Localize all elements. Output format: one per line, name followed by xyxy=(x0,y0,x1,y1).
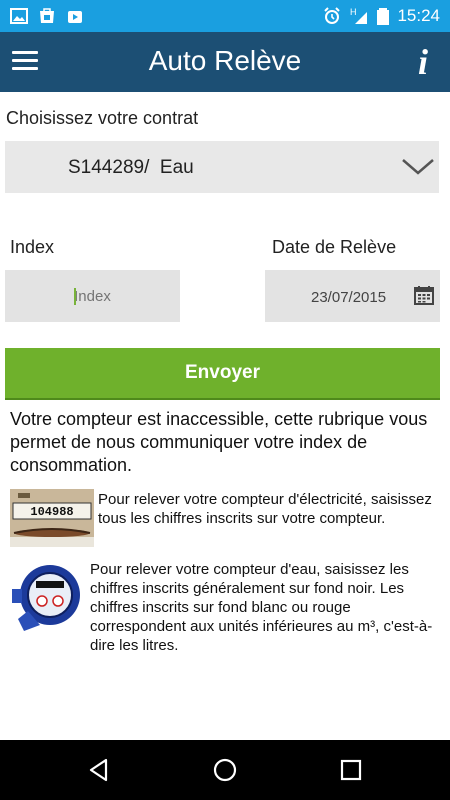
date-label: Date de Relève xyxy=(272,237,397,257)
back-icon[interactable] xyxy=(86,757,112,783)
home-icon[interactable] xyxy=(212,757,238,783)
signal-icon: H xyxy=(350,7,368,24)
contract-label: Choisissez votre contrat xyxy=(6,108,199,128)
water-help-text: Pour relever votre compteur d'eau, saisi… xyxy=(90,561,433,654)
index-input[interactable] xyxy=(5,270,180,322)
contract-selected-value: S144289/ Eau xyxy=(68,157,194,178)
info-button[interactable]: i xyxy=(410,42,436,82)
electricity-help-text: Pour relever votre compteur d'électricit… xyxy=(98,491,432,527)
date-value: 23/07/2015 xyxy=(311,289,387,306)
recents-icon[interactable] xyxy=(338,757,364,783)
alarm-icon xyxy=(324,7,341,24)
chevron-down-icon xyxy=(402,159,434,175)
water-meter-image xyxy=(12,565,80,631)
electricity-meter-image: 104988 xyxy=(10,489,94,547)
image-icon xyxy=(10,8,28,24)
contract-dropdown[interactable]: S144289/ Eau xyxy=(5,141,439,193)
svg-text:H: H xyxy=(350,7,357,17)
svg-text:104988: 104988 xyxy=(30,505,73,519)
battery-icon xyxy=(377,8,390,25)
shop-icon xyxy=(40,8,54,23)
youtube-icon xyxy=(68,11,82,23)
send-button[interactable]: Envoyer xyxy=(5,348,440,400)
clock: 15:24 xyxy=(397,6,440,25)
date-picker[interactable]: 23/07/2015 xyxy=(265,270,440,322)
intro-text: Votre compteur est inaccessible, cette r… xyxy=(10,409,428,475)
text-cursor xyxy=(74,288,76,305)
index-label: Index xyxy=(10,237,55,257)
page-title: Auto Relève xyxy=(148,45,302,76)
status-bar: H 15:24 xyxy=(0,0,450,32)
calendar-icon xyxy=(414,286,434,305)
app-bar: Auto Relève i xyxy=(0,32,450,92)
navigation-bar xyxy=(0,740,450,800)
